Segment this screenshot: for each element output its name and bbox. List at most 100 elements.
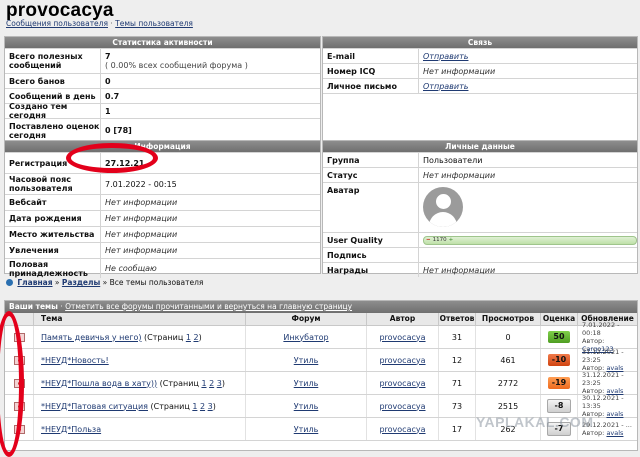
personal-key: Статус [327, 170, 358, 180]
page-link[interactable]: 2 [209, 379, 214, 388]
breadcrumb-sections[interactable]: Разделы [62, 278, 100, 287]
page-link[interactable]: 1 [192, 402, 197, 411]
stats-row: Сообщений в день 0.7 [5, 88, 320, 103]
user-quality-value: 1170 [432, 236, 447, 243]
topic-link[interactable]: *НЕУД*Польза [41, 425, 101, 434]
info-key: Половая принадлежность [9, 259, 88, 278]
info-panel: Информация Регистрация 27.12.21 Часовой … [4, 140, 321, 278]
personal-value: Пользователи [418, 153, 637, 167]
page-link[interactable]: 3 [208, 402, 213, 411]
breadcrumb: Сообщения пользователя · Темы пользовате… [6, 19, 193, 28]
page-link[interactable]: 2 [193, 333, 198, 342]
contact-row: Личное письмо Отправить [323, 78, 637, 93]
last-author-link[interactable]: avals [606, 429, 623, 437]
personal-panel: Личные данные Группа Пользователи Статус… [322, 140, 638, 277]
replies-count: 31 [438, 326, 475, 348]
avatar [423, 187, 463, 227]
contact-row: E-mail Отправить [323, 48, 637, 63]
stats-key: Всего полезных сообщений [9, 52, 83, 70]
forum-link[interactable]: Утиль [294, 379, 319, 388]
mark-all-read-link[interactable]: Отметить все форумы прочитанными и верну… [65, 302, 352, 311]
updated-date: 30.12.2021 - 13:35 [582, 394, 624, 410]
info-row: Дата рождения Нет информации [5, 210, 320, 226]
topics-header: Тема Форум Автор Ответов Просмотров Оцен… [5, 313, 637, 326]
topic-status-icon [13, 401, 25, 411]
stats-value: 1 [100, 104, 320, 118]
stats-key: Создано тем сегодня [9, 102, 68, 120]
last-author-link[interactable]: avals [606, 410, 623, 418]
stats-value: 7 [105, 52, 111, 61]
info-row: Увлечения Нет информации [5, 242, 320, 258]
user-quality-badge[interactable]: −1170 + [423, 235, 637, 245]
topic-link[interactable]: *НЕУД*Пошла вода в хату)) [41, 379, 157, 388]
col-forum: Форум [245, 313, 366, 325]
stats-value: 0 [78] [100, 119, 320, 142]
personal-key: Аватар [327, 186, 360, 195]
updated-date: 7.01.2022 - 00:18 [582, 321, 620, 337]
col-topic: Тема [33, 313, 245, 325]
col-replies: Ответов [438, 313, 475, 325]
info-value: Нет информации [100, 243, 320, 258]
author-link[interactable]: provocacya [379, 402, 425, 411]
replies-count: 73 [438, 395, 475, 417]
stats-row: Поставлено оценок сегодня 0 [78] [5, 118, 320, 142]
stats-panel: Статистика активности Всего полезных соо… [4, 36, 321, 142]
contact-key: Номер ICQ [327, 66, 376, 76]
col-score: Оценка [540, 313, 577, 325]
personal-row: Группа Пользователи [323, 152, 637, 167]
forum-link[interactable]: Инкубатор [283, 333, 328, 342]
updated-date: 31.12.2021 - 23:25 [582, 371, 624, 387]
breadcrumb-home[interactable]: Главная [17, 278, 52, 287]
author-link[interactable]: provocacya [379, 425, 425, 434]
replies-count: 17 [438, 418, 475, 440]
breadcrumb-topics[interactable]: Темы пользователя [115, 19, 193, 28]
info-row: Вебсайт Нет информации [5, 194, 320, 210]
page-link[interactable]: 2 [200, 402, 205, 411]
personal-row: Награды Нет информации [323, 262, 637, 277]
breadcrumb-messages[interactable]: Сообщения пользователя [6, 19, 108, 28]
author-link[interactable]: provocacya [379, 379, 425, 388]
info-key: Часовой пояс пользователя [9, 175, 73, 193]
topic-link[interactable]: Память девичья у него) [41, 333, 142, 342]
topic-link[interactable]: *НЕУД*Новость! [41, 356, 109, 365]
personal-key: Награды [327, 265, 369, 275]
table-row: *НЕУД*Новость! Утиль provocacya 12 461 -… [5, 348, 637, 372]
info-row: Часовой пояс пользователя 7.01.2022 - 00… [5, 173, 320, 194]
stats-title: Статистика активности [5, 37, 320, 48]
personal-title: Личные данные [323, 141, 637, 152]
page-link[interactable]: 1 [201, 379, 206, 388]
stats-row: Всего полезных сообщений 7 ( 0.00% всех … [5, 48, 320, 73]
info-key: Дата рождения [9, 214, 82, 223]
stats-row: Создано тем сегодня 1 [5, 102, 320, 120]
forum-link[interactable]: Утиль [294, 356, 319, 365]
info-key: Регистрация [9, 158, 68, 168]
updated-date: 31.12.2021 - 23:25 [582, 348, 624, 364]
views-count: 0 [475, 326, 540, 348]
send-email-link[interactable]: Отправить [423, 52, 637, 61]
forum-link[interactable]: Утиль [294, 425, 319, 434]
contact-key: E-mail [327, 51, 356, 61]
page-link[interactable]: 3 [217, 379, 222, 388]
info-row: Половая принадлежность Не сообщаю [5, 258, 320, 278]
topic-link[interactable]: *НЕУД*Патовая ситуация [41, 402, 148, 411]
stats-key: Сообщений в день [9, 91, 96, 101]
score-badge: -10 [548, 354, 570, 366]
send-pm-link[interactable]: Отправить [423, 82, 637, 91]
topic-status-icon [13, 378, 25, 388]
views-count: 2772 [475, 372, 540, 394]
page-link[interactable]: 1 [186, 333, 191, 342]
stats-key: Поставлено оценок сегодня [9, 121, 100, 140]
personal-value [418, 248, 637, 262]
col-author: Автор [366, 313, 438, 325]
personal-key: Подпись [327, 250, 367, 260]
author-link[interactable]: provocacya [379, 356, 425, 365]
forum-link[interactable]: Утиль [294, 402, 319, 411]
contact-title: Связь [323, 37, 637, 48]
breadcrumb-nav: Главная » Разделы » Все темы пользовател… [6, 278, 203, 287]
author-link[interactable]: provocacya [379, 333, 425, 342]
personal-value: Нет информации [418, 168, 637, 182]
info-key: Место жительства [9, 230, 95, 239]
info-value: 7.01.2022 - 00:15 [100, 174, 320, 194]
personal-value: Нет информации [418, 263, 637, 277]
stats-value: 0.7 [100, 89, 320, 103]
